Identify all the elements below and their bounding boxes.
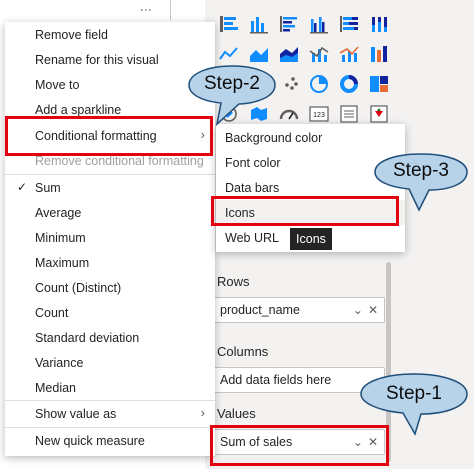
columns-well-label: Columns xyxy=(217,344,269,359)
chevron-right-icon: › xyxy=(200,405,205,420)
visual-icons-row-2 xyxy=(217,42,391,66)
stacked-bar-chart-icon[interactable] xyxy=(217,12,241,36)
clustered-bar-chart-icon[interactable] xyxy=(277,12,301,36)
pane-divider xyxy=(170,0,171,20)
card-icon[interactable]: 123 xyxy=(307,102,331,126)
line-clustered-column-chart-icon[interactable] xyxy=(307,42,331,66)
menu-item-maximum[interactable]: Maximum xyxy=(5,250,215,275)
checkmark-icon: ✓ xyxy=(17,180,28,194)
step-2-label: Step-2 xyxy=(204,73,260,94)
step-1-callout: Step-1 xyxy=(359,372,469,436)
stacked-column-100-chart-icon[interactable] xyxy=(367,12,391,36)
rows-field-name: product_name xyxy=(220,303,300,317)
menu-item-show-value-as[interactable]: Show value as › xyxy=(5,401,215,426)
menu-item-label: Show value as xyxy=(35,406,117,421)
submenu-item-background-color[interactable]: Background color xyxy=(216,125,405,150)
line-chart-icon[interactable] xyxy=(217,42,241,66)
pie-chart-icon[interactable] xyxy=(307,72,331,96)
step-3-label: Step-3 xyxy=(393,160,449,181)
highlight-icons-item xyxy=(211,196,399,226)
treemap-icon[interactable] xyxy=(367,72,391,96)
menu-item-minimum[interactable]: Minimum xyxy=(5,225,215,250)
menu-item-median[interactable]: Median xyxy=(5,375,215,400)
area-chart-icon[interactable] xyxy=(247,42,271,66)
multi-row-card-icon[interactable] xyxy=(337,102,361,126)
menu-item-standard-deviation[interactable]: Standard deviation xyxy=(5,325,215,350)
stacked-column-chart-icon[interactable] xyxy=(247,12,271,36)
gauge-icon[interactable] xyxy=(277,102,301,126)
columns-placeholder: Add data fields here xyxy=(220,373,332,387)
step-3-callout: Step-3 xyxy=(373,152,469,212)
menu-item-count[interactable]: Count xyxy=(5,300,215,325)
menu-item-variance[interactable]: Variance xyxy=(5,350,215,375)
clustered-column-chart-icon[interactable] xyxy=(307,12,331,36)
rows-field-well[interactable]: product_name ⌄ ✕ xyxy=(213,297,385,323)
scatter-chart-icon[interactable] xyxy=(277,72,301,96)
menu-item-sum[interactable]: ✓ Sum xyxy=(5,175,215,200)
menu-item-count-distinct[interactable]: Count (Distinct) xyxy=(5,275,215,300)
kpi-icon[interactable] xyxy=(367,102,391,126)
donut-chart-icon[interactable] xyxy=(337,72,361,96)
menu-item-remove-field[interactable]: Remove field xyxy=(5,22,215,47)
menu-item-move-to[interactable]: Move to xyxy=(5,72,215,97)
stacked-bar-100-chart-icon[interactable] xyxy=(337,12,361,36)
menu-item-new-quick-measure[interactable]: New quick measure xyxy=(5,428,215,453)
chevron-down-icon[interactable]: ⌄ xyxy=(353,303,363,317)
visual-icons-row-1 xyxy=(217,12,391,36)
menu-item-label: Sum xyxy=(35,180,61,195)
icons-tooltip: Icons xyxy=(290,228,332,250)
menu-item-average[interactable]: Average xyxy=(5,200,215,225)
close-icon[interactable]: ✕ xyxy=(368,303,378,317)
rows-well-label: Rows xyxy=(217,274,250,289)
step-1-label: Step-1 xyxy=(386,383,442,404)
highlight-conditional-formatting xyxy=(5,116,213,156)
values-well-label: Values xyxy=(217,406,256,421)
ribbon-chart-icon[interactable] xyxy=(367,42,391,66)
line-stacked-column-chart-icon[interactable] xyxy=(337,42,361,66)
menu-item-rename[interactable]: Rename for this visual xyxy=(5,47,215,72)
stacked-area-chart-icon[interactable] xyxy=(277,42,301,66)
svg-text:123: 123 xyxy=(313,112,325,119)
step-2-callout: Step-2 xyxy=(187,64,277,127)
field-context-menu: Remove field Rename for this visual Move… xyxy=(5,22,215,456)
more-options-icon[interactable]: ⋮ xyxy=(139,4,153,14)
